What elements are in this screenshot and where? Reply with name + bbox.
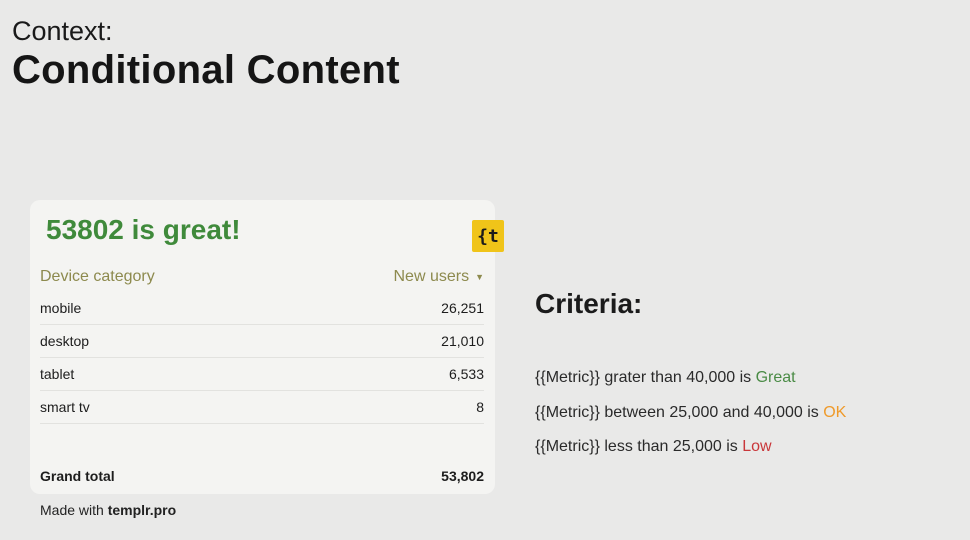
card-headline: 53802 is great!	[46, 214, 241, 245]
context-label: Context:	[12, 16, 113, 46]
made-with-credit: Made with templr.pro	[40, 502, 176, 518]
criteria-line-ok: {{Metric}} between 25,000 and 40,000 is …	[535, 404, 846, 422]
table-row: desktop 21,010	[40, 325, 484, 358]
column-header-new-users[interactable]: New users ▼	[394, 268, 485, 286]
criteria-text: {{Metric}} less than 25,000 is	[535, 438, 743, 455]
made-with-brand-link[interactable]: templr.pro	[108, 502, 176, 518]
row-category: smart tv	[40, 399, 90, 415]
table-header: Device category New users ▼	[40, 262, 484, 292]
table-row: mobile 26,251	[40, 292, 484, 325]
table-row: tablet 6,533	[40, 358, 484, 391]
row-category: desktop	[40, 333, 90, 349]
made-with-prefix: Made with	[40, 502, 104, 518]
criteria-text: {{Metric}} between 25,000 and 40,000 is	[535, 404, 824, 421]
grand-total-value: 53,802	[441, 468, 484, 484]
device-table: Device category New users ▼ mobile 26,251…	[40, 262, 484, 424]
criteria-status-low: Low	[742, 438, 772, 455]
grand-total-row: Grand total 53,802	[40, 468, 484, 484]
column-header-device-category[interactable]: Device category	[40, 268, 155, 286]
row-value: 8	[476, 399, 484, 415]
criteria-line-great: {{Metric}} grater than 40,000 is Great	[535, 369, 796, 387]
column-header-new-users-label: New users	[393, 268, 470, 285]
row-category: mobile	[40, 300, 82, 316]
report-card: 53802 is great! {t Device category New u…	[30, 200, 504, 494]
row-category: tablet	[40, 366, 75, 382]
templr-logo-icon: {t	[472, 220, 504, 252]
sort-descending-icon[interactable]: ▼	[475, 272, 484, 282]
row-value: 26,251	[441, 300, 484, 316]
criteria-status-ok: OK	[823, 404, 847, 421]
criteria-line-low: {{Metric}} less than 25,000 is Low	[535, 438, 772, 456]
grand-total-label: Grand total	[40, 468, 115, 484]
table-row: smart tv 8	[40, 391, 484, 424]
row-value: 21,010	[441, 333, 484, 349]
row-value: 6,533	[448, 366, 484, 382]
criteria-text: {{Metric}} grater than 40,000 is	[535, 369, 756, 386]
criteria-title: Criteria:	[535, 288, 643, 319]
page-title: Conditional Content	[12, 48, 400, 92]
criteria-status-great: Great	[755, 369, 796, 386]
